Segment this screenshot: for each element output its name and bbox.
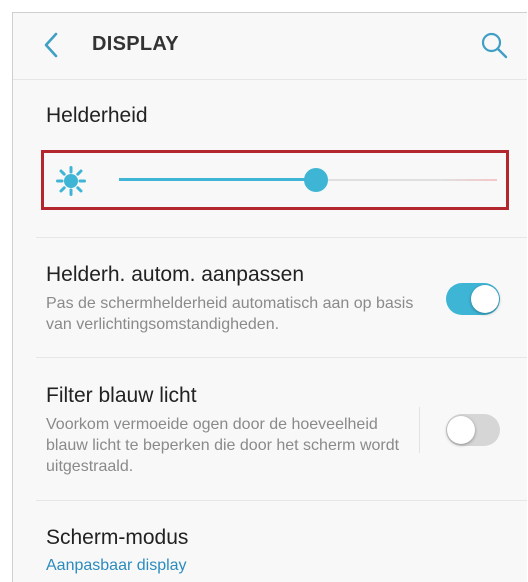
- settings-screen: DISPLAY Helderheid Helderh. autom. aanpa…: [12, 12, 527, 582]
- blue-light-filter-toggle[interactable]: [446, 414, 500, 446]
- setting-title: Helderh. autom. aanpassen: [46, 263, 304, 286]
- brightness-slider-highlight: [41, 150, 509, 210]
- search-button[interactable]: [479, 30, 509, 60]
- brightness-label: Helderheid: [46, 104, 148, 127]
- chevron-left-icon: [44, 32, 58, 58]
- search-icon: [481, 32, 508, 59]
- page-title: DISPLAY: [92, 33, 179, 55]
- divider: [36, 500, 527, 501]
- setting-description: Pas de schermhelderheid automatisch aan …: [46, 295, 414, 333]
- setting-description: Voorkom vermoeide ogen door de hoeveelhe…: [46, 416, 400, 475]
- setting-title: Scherm-modus: [46, 526, 189, 549]
- auto-brightness-toggle[interactable]: [446, 283, 500, 315]
- vertical-separator: [419, 407, 420, 453]
- back-button[interactable]: [39, 31, 63, 59]
- toggle-knob: [471, 285, 499, 313]
- toggle-knob: [447, 416, 475, 444]
- brightness-sun-icon: [56, 166, 86, 196]
- divider: [36, 357, 527, 358]
- slider-fill: [119, 178, 316, 181]
- brightness-slider[interactable]: [119, 153, 497, 207]
- app-bar: DISPLAY: [13, 13, 527, 80]
- setting-title: Filter blauw licht: [46, 384, 197, 407]
- setting-value: Aanpasbaar display: [46, 557, 187, 574]
- divider: [36, 237, 527, 238]
- slider-thumb[interactable]: [303, 168, 328, 192]
